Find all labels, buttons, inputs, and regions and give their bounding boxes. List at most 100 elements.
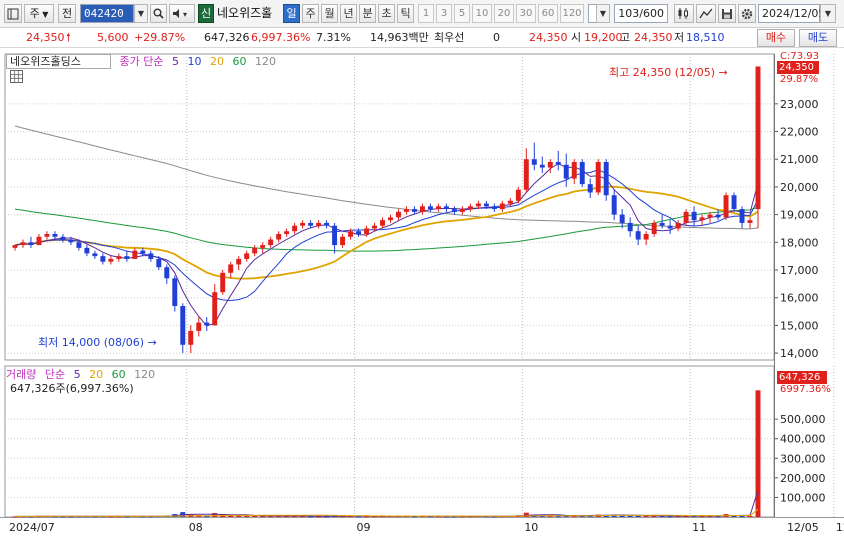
date-axis-label: 11 <box>692 521 706 534</box>
search-icon[interactable] <box>150 4 167 23</box>
candle-body <box>507 200 513 204</box>
interval-3[interactable]: 3 <box>436 4 452 23</box>
date-dropdown-icon[interactable]: ▼ <box>820 4 836 23</box>
grid-toggle-icon[interactable] <box>10 70 23 83</box>
candle-body <box>675 222 681 229</box>
price-axis-label: 16,000 <box>780 292 819 305</box>
candle-body <box>699 217 705 221</box>
candle-body <box>308 222 314 226</box>
interval-120[interactable]: 120 <box>560 4 584 23</box>
period-second[interactable]: 초 <box>378 4 395 23</box>
low-label: 저 <box>674 31 685 44</box>
drawing-tool-icon[interactable] <box>696 4 716 23</box>
candle-body <box>435 206 441 210</box>
save-icon[interactable] <box>718 4 736 23</box>
layout-icon[interactable] <box>4 4 22 23</box>
candle-body <box>755 66 761 210</box>
candle-body <box>731 195 737 210</box>
candle-body <box>252 247 258 254</box>
interval-20[interactable]: 20 <box>494 4 514 23</box>
price-chart[interactable]: 2024/07 08 09 10 11 12 12/05 14,000 15,000 16,000… <box>0 48 844 541</box>
price-axis-label: 22,000 <box>780 126 819 139</box>
volume-axis-label: 500,000 <box>780 413 826 426</box>
period-day[interactable]: 일 <box>283 4 300 23</box>
date-input[interactable]: 2024/12/05 <box>758 4 825 23</box>
date-axis-label: 2024/07 <box>9 521 55 534</box>
volume-axis-label: 300,000 <box>780 452 826 465</box>
candle-body <box>172 278 178 306</box>
speaker-icon[interactable]: ▾ <box>169 4 195 23</box>
sin-badge: 신 <box>198 4 214 23</box>
candle-body <box>707 214 713 218</box>
candle-body <box>691 211 697 221</box>
candle-body <box>579 162 585 185</box>
market-type-select[interactable]: 주 ▼ <box>24 4 54 23</box>
priority-label: 최우선 <box>434 31 465 44</box>
current-price-tag: 24,350 <box>777 61 819 74</box>
candle-count-input[interactable]: 103/600 <box>614 4 668 23</box>
candle-body <box>667 225 673 229</box>
market-type-label: 주 <box>29 7 40 20</box>
legend-stock-name[interactable]: 네오위즈홀딩스 <box>6 54 111 69</box>
candle-body <box>36 236 42 246</box>
period-minute[interactable]: 분 <box>359 4 376 23</box>
volume-percent-tag: 6997.36% <box>780 384 831 395</box>
sell-button[interactable]: 매도 <box>799 29 837 47</box>
interval-5[interactable]: 5 <box>454 4 470 23</box>
candle-body <box>348 231 354 237</box>
period-tick[interactable]: 틱 <box>397 4 414 23</box>
candle-body <box>76 242 82 248</box>
period-week[interactable]: 주 <box>302 4 319 23</box>
price-axis-label: 19,000 <box>780 209 819 222</box>
volume-info: 647,326주(6,997.36%) <box>10 382 134 395</box>
period-year[interactable]: 년 <box>340 4 357 23</box>
legend-ma10: 10 <box>187 55 202 68</box>
volume-bar <box>755 390 761 517</box>
candle-body <box>603 162 609 196</box>
change-percent-tag: 29.87% <box>780 74 819 85</box>
change-amount: 5,600 <box>97 31 129 44</box>
interval-dropdown-icon[interactable]: ▼ <box>596 4 610 23</box>
change-percent: +29.87% <box>134 31 186 44</box>
candle-body <box>587 184 593 193</box>
toolbar: 주 ▼ 전 042420 ▼ ▾ 신 네오위즈홀 일 주 월 년 분 초 틱 1… <box>0 0 844 28</box>
interval-1[interactable]: 1 <box>418 4 434 23</box>
candle-body <box>459 209 465 212</box>
current-price: 24,350 <box>26 31 65 44</box>
candle-body <box>547 162 553 168</box>
candle-body <box>427 206 433 210</box>
interval-10[interactable]: 10 <box>472 4 492 23</box>
candle-body <box>491 206 497 210</box>
legend-ma20: 20 <box>209 55 224 68</box>
buy-button[interactable]: 매수 <box>757 29 795 47</box>
interval-60[interactable]: 60 <box>538 4 558 23</box>
candle-body <box>164 267 170 279</box>
stock-code-input[interactable]: 042420 <box>80 4 134 23</box>
candle-body <box>140 250 146 254</box>
candle-body <box>28 242 34 246</box>
interval-30[interactable]: 30 <box>516 4 536 23</box>
legend-ma60: 60 <box>232 55 247 68</box>
candle-body <box>20 242 26 246</box>
candle-body <box>403 209 409 212</box>
code-dropdown-icon[interactable]: ▼ <box>134 4 148 23</box>
candle-body <box>643 234 649 240</box>
date-axis-label: 08 <box>189 521 203 534</box>
period-month[interactable]: 월 <box>321 4 338 23</box>
jeon-button[interactable]: 전 <box>58 4 76 23</box>
candle-body <box>380 220 385 226</box>
turnover-percent: 7.31% <box>316 31 351 44</box>
candle-body <box>364 228 370 234</box>
priority-value: 0 <box>493 31 500 44</box>
candle-body <box>659 222 665 226</box>
candle-style-icon[interactable] <box>674 4 694 23</box>
candle-body <box>196 322 202 331</box>
trade-amount: 14,963백만 <box>370 31 429 44</box>
gear-icon[interactable] <box>738 4 756 23</box>
candle-body <box>539 164 545 168</box>
candle-body <box>148 253 154 259</box>
open-price: 19,200 <box>584 31 623 44</box>
ask-price: 24,350 <box>529 31 568 44</box>
price-axis-label: 15,000 <box>780 319 819 332</box>
candle-body <box>156 258 162 268</box>
